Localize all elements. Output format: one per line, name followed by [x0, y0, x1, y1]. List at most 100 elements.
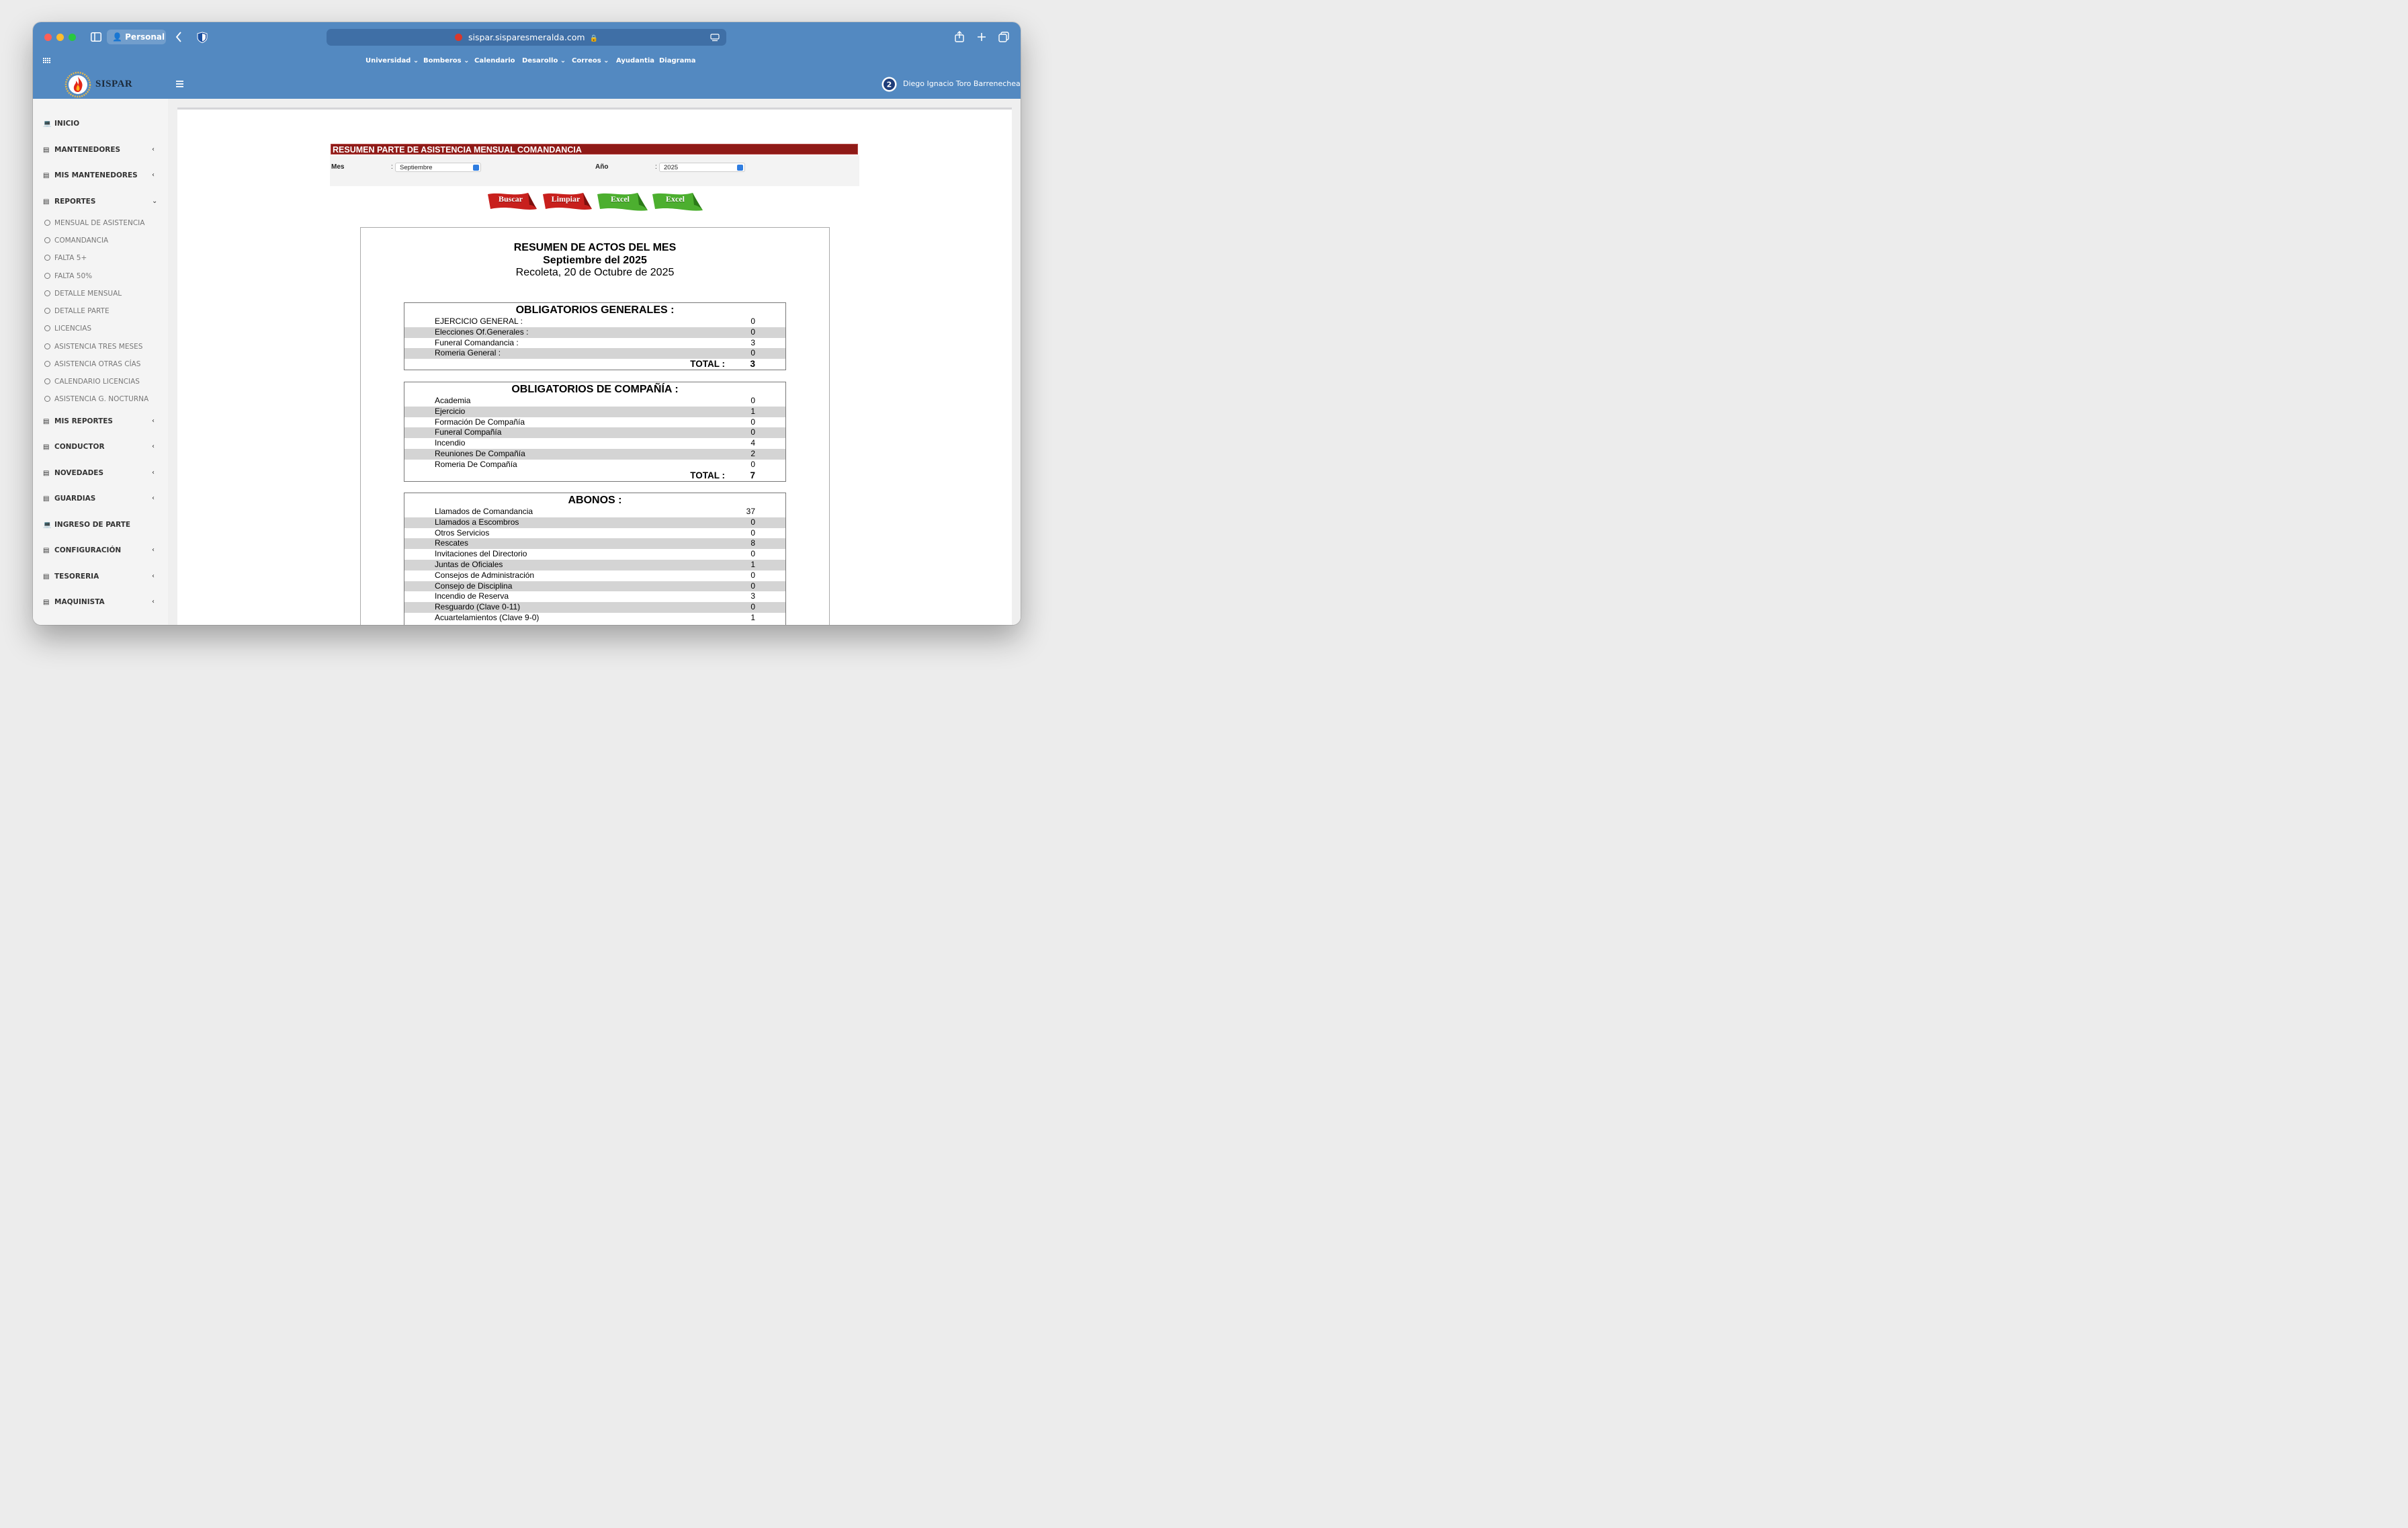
table-row: Reuniones De Compañía 2: [404, 448, 785, 460]
sidebar-item-mis-mantenedores[interactable]: ▤ MIS MANTENEDORES ‹: [43, 171, 155, 180]
table-row: Resguardo (Clave 0-11) 0: [404, 602, 785, 613]
row-value: 0: [750, 527, 755, 538]
mes-label: Mes: [331, 163, 345, 171]
sidebar-subitem-detalle-parte[interactable]: DETALLE PARTE: [44, 306, 110, 316]
profile-switcher[interactable]: 👤 Personal ⌄: [107, 30, 166, 56]
row-value: 0: [750, 549, 755, 559]
chevron-left-icon: ‹: [152, 443, 155, 450]
user-avatar[interactable]: 2: [882, 77, 897, 92]
row-value: 37: [746, 507, 755, 516]
circle-icon: [44, 273, 50, 279]
nav-ayudantia[interactable]: Ayudantia: [616, 52, 654, 70]
nav-universidad[interactable]: Universidad ⌄: [366, 52, 419, 70]
nav-bomberos[interactable]: Bomberos ⌄: [423, 52, 469, 70]
row-label: Rescates: [435, 538, 469, 548]
sidebar-subitem-falta-50[interactable]: FALTA 50%: [44, 271, 92, 281]
table-row: Juntas de Oficiales 1: [404, 559, 785, 570]
excel-button-1[interactable]: Excel: [596, 192, 648, 216]
sidebar-item-maquinista[interactable]: ▤ MAQUINISTA ‹: [43, 597, 155, 607]
total-row: TOTAL : 7: [404, 470, 785, 481]
table-row: Academia 0: [404, 396, 785, 407]
buscar-button[interactable]: Buscar: [486, 192, 538, 215]
hamburger-menu-icon[interactable]: [176, 81, 183, 87]
address-bar[interactable]: sispar.sisparesmeralda.com 🔒: [327, 29, 726, 46]
table-icon: ▤: [43, 443, 50, 451]
nav-correos[interactable]: Correos ⌄: [572, 52, 609, 70]
sidebar-item-ingreso-de-parte[interactable]: 💻 INGRESO DE PARTE: [43, 520, 130, 529]
minimize-window-button[interactable]: [56, 34, 64, 41]
row-value: 3: [750, 337, 755, 347]
sidebar-item-reportes[interactable]: ▤ REPORTES ⌄: [43, 197, 157, 206]
row-value: 8: [750, 538, 755, 548]
table-icon: ▤: [43, 547, 50, 554]
close-window-button[interactable]: [44, 34, 52, 41]
table-row: Invitaciones del Directorio 0: [404, 549, 785, 560]
row-label: Invitaciones del Directorio: [435, 549, 527, 559]
nav-desarollo[interactable]: Desarollo ⌄: [522, 52, 566, 70]
limpiar-button[interactable]: Limpiar: [542, 192, 593, 215]
excel-button-2[interactable]: Excel: [651, 192, 703, 216]
new-tab-icon[interactable]: [977, 32, 986, 42]
report-title: RESUMEN DE ACTOS DEL MES: [513, 242, 677, 253]
nav-calendario[interactable]: Calendario: [474, 52, 515, 70]
back-icon[interactable]: [175, 32, 182, 42]
chevron-down-icon: ⌄: [152, 198, 158, 205]
chevron-down-icon: ⌄: [603, 57, 609, 65]
anio-select[interactable]: 2025: [659, 163, 745, 172]
share-icon[interactable]: [955, 31, 964, 42]
table-icon: ▤: [43, 599, 50, 606]
sidebar-subitem-licencias[interactable]: LICENCIAS: [44, 324, 91, 333]
row-label: Romeria General :: [435, 348, 501, 358]
mes-select[interactable]: Septiembre: [395, 163, 481, 172]
row-value: 0: [750, 459, 755, 469]
section-heading: ABONOS :: [568, 495, 622, 506]
sidebar-toggle-icon[interactable]: [91, 32, 101, 42]
table-row: Funeral Comandancia : 3: [404, 338, 785, 349]
tab-overview-icon[interactable]: [998, 32, 1009, 42]
row-label: Consejo de Disciplina: [435, 581, 513, 591]
row-label: Elecciones Of.Generales :: [435, 327, 529, 337]
report-section: OBLIGATORIOS DE COMPAÑÍA : Academia 0 Ejerc…: [404, 382, 786, 482]
apps-grid-icon[interactable]: [43, 58, 51, 64]
sidebar-subitem-asistencia-g-nocturna[interactable]: ASISTENCIA G. NOCTURNA: [44, 394, 148, 404]
browser-titlebar: 👤 Personal ⌄ sispar.sisparesmeralda.com …: [33, 22, 1021, 56]
sidebar-item-inicio[interactable]: 💻 INICIO: [43, 119, 79, 128]
sidebar-subitem-asistencia-tres-meses[interactable]: ASISTENCIA TRES MESES: [44, 342, 142, 351]
circle-icon: [44, 396, 50, 402]
sidebar-subitem-asistencia-otras-cias[interactable]: ASISTENCIA OTRAS CÍAS: [44, 359, 140, 369]
sidebar-subitem-mensual-asistencia[interactable]: MENSUAL DE ASISTENCIA: [44, 218, 144, 228]
row-value: 0: [750, 327, 755, 337]
table-row: Ejercicio 1: [404, 406, 785, 417]
nav-diagrama[interactable]: Diagrama: [659, 52, 695, 70]
sidebar-item-tesoreria[interactable]: ▤ TESORERIA ‹: [43, 572, 155, 581]
row-value: 0: [750, 602, 755, 612]
sidebar-item-novedades[interactable]: ▤ NOVEDADES ‹: [43, 468, 155, 478]
sidebar-item-guardias[interactable]: ▤ GUARDIAS ‹: [43, 494, 155, 503]
chevron-left-icon: ‹: [152, 146, 155, 153]
sidebar-item-mantenedores[interactable]: ▤ MANTENEDORES ‹: [43, 145, 155, 155]
sidebar-subitem-comandancia[interactable]: COMANDANCIA: [44, 236, 108, 245]
select-arrow-icon: [473, 165, 479, 171]
user-name[interactable]: Diego Ignacio Toro Barrenechea: [903, 79, 1021, 88]
table-icon: ▤: [43, 573, 50, 581]
sidebar-item-mis-reportes[interactable]: ▤ MIS REPORTES ‹: [43, 417, 155, 426]
sidebar-subitem-detalle-mensual[interactable]: DETALLE MENSUAL: [44, 289, 122, 298]
circle-icon: [44, 290, 50, 296]
chevron-left-icon: ‹: [152, 495, 155, 502]
anio-label: Año: [595, 163, 609, 171]
sidebar-item-conductor[interactable]: ▤ CONDUCTOR ‹: [43, 442, 155, 452]
circle-icon: [44, 325, 50, 331]
zoom-window-button[interactable]: [69, 34, 76, 41]
reader-icon[interactable]: [710, 34, 720, 42]
sidebar-subitem-falta-5[interactable]: FALTA 5+: [44, 253, 87, 263]
anio-colon: :: [655, 163, 657, 171]
circle-icon: [44, 255, 50, 261]
table-icon: ▤: [43, 198, 50, 206]
sidebar-item-configuracion[interactable]: ▤ CONFIGURACIÓN ‹: [43, 546, 155, 555]
shield-icon[interactable]: [197, 32, 208, 43]
sidebar-subitem-calendario-licencias[interactable]: CALENDARIO LICENCIAS: [44, 377, 140, 386]
table-icon: ▤: [43, 418, 50, 425]
report-subtitle: Septiembre del 2025: [543, 255, 647, 266]
chevron-left-icon: ‹: [152, 546, 155, 554]
table-row: Otros Servicios 0: [404, 528, 785, 539]
